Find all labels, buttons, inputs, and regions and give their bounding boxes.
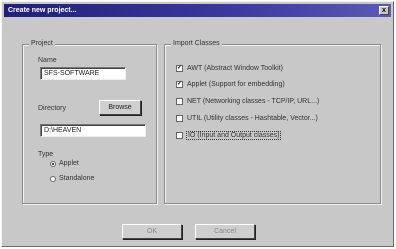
import-io-label: IO (Input and Output classes) <box>185 131 282 140</box>
window-title: Create new project... <box>8 7 77 14</box>
project-group-label: Project <box>29 40 55 47</box>
type-applet-radio[interactable]: Applet <box>50 160 79 167</box>
type-standalone-label: Standalone <box>59 175 95 182</box>
import-io-checkbox[interactable]: IO (Input and Output classes) <box>176 131 282 140</box>
import-util-checkbox[interactable]: UTIL (Utility classes - Hashtable, Vecto… <box>176 115 318 122</box>
import-net-checkbox[interactable]: NET (Networking classes - TCP/IP, URL...… <box>176 98 319 105</box>
close-icon[interactable]: x <box>379 6 389 15</box>
checkbox-checked-icon: ✓ <box>176 81 183 88</box>
directory-input[interactable]: D:\HEAVEN <box>40 124 146 137</box>
cancel-button[interactable]: Cancel <box>195 224 255 239</box>
import-awt-checkbox[interactable]: ✓ AWT (Abstract Window Toolkit) <box>176 65 283 72</box>
import-net-label: NET (Networking classes - TCP/IP, URL...… <box>187 98 320 105</box>
radio-unselected-icon <box>50 175 56 182</box>
name-label: Name <box>38 57 57 64</box>
ok-button[interactable]: OK <box>122 224 182 239</box>
import-util-label: UTIL (Utility classes - Hashtable, Vecto… <box>187 115 318 122</box>
project-name-input[interactable]: SFS-SOFTWARE <box>40 67 126 80</box>
checkbox-unchecked-icon <box>176 98 183 105</box>
checkbox-unchecked-icon <box>176 115 183 122</box>
create-project-dialog: Create new project... x Project Name SFS… <box>1 1 394 247</box>
radio-selected-icon <box>50 160 56 167</box>
import-classes-label: Import Classes <box>171 40 222 47</box>
import-applet-checkbox[interactable]: ✓ Applet (Support for embedding) <box>176 81 285 88</box>
type-standalone-radio[interactable]: Standalone <box>50 175 94 182</box>
type-applet-label: Applet <box>59 160 79 167</box>
browse-button[interactable]: Browse <box>99 100 141 115</box>
import-applet-label: Applet (Support for embedding) <box>187 81 285 88</box>
directory-label: Directory <box>38 105 67 112</box>
title-bar[interactable]: Create new project... x <box>4 4 391 17</box>
type-label: Type <box>38 151 54 158</box>
checkbox-checked-icon: ✓ <box>176 65 183 72</box>
checkbox-unchecked-icon <box>176 132 183 139</box>
import-awt-label: AWT (Abstract Window Toolkit) <box>187 65 283 72</box>
